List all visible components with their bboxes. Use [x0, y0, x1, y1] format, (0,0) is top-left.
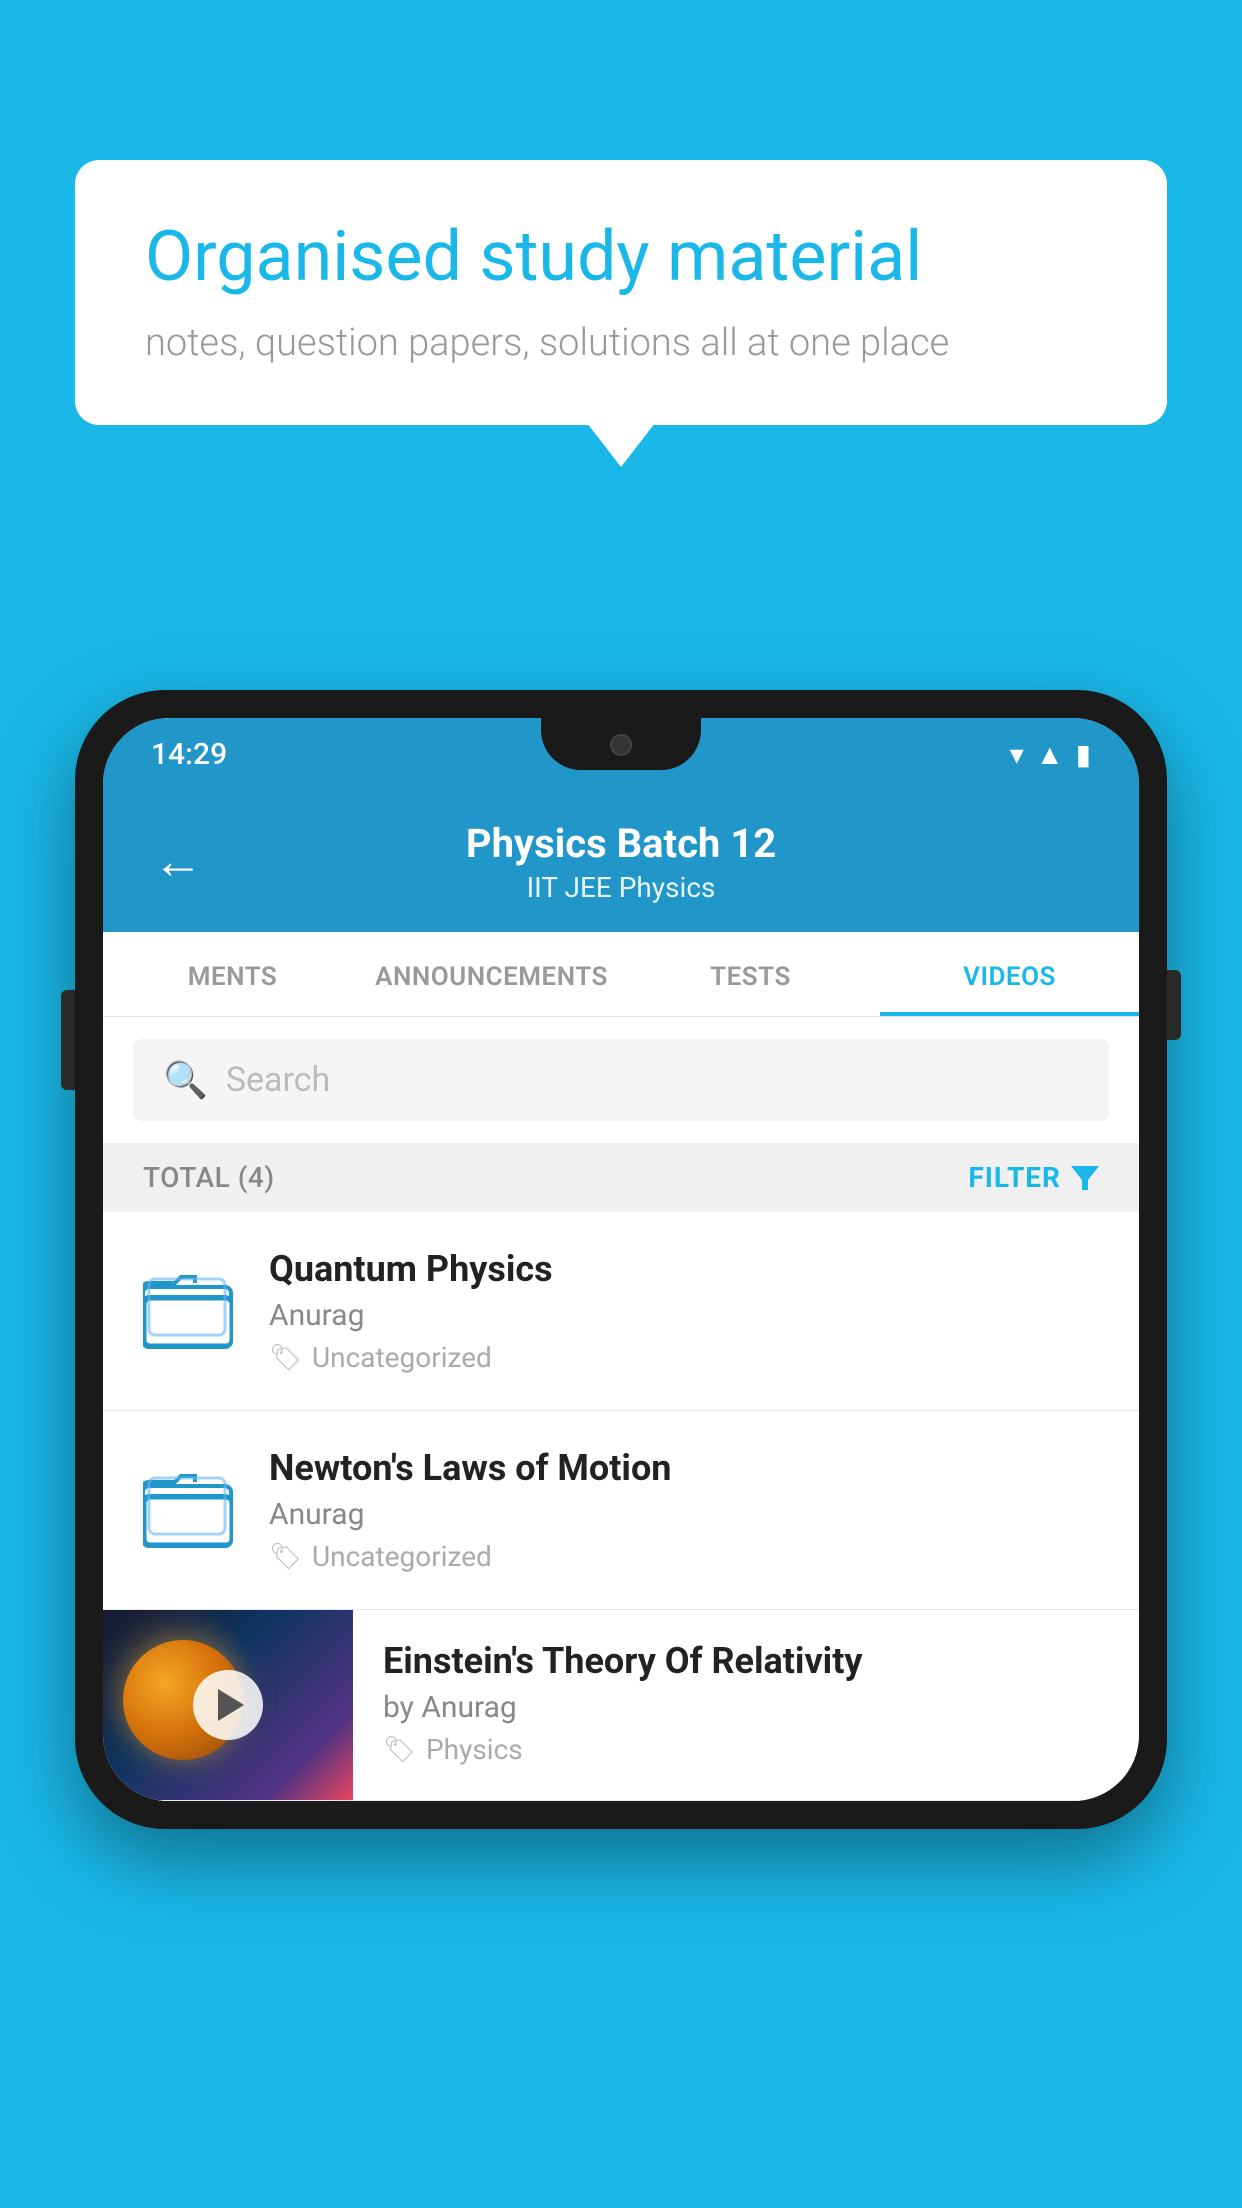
- camera: [610, 734, 632, 756]
- list-item[interactable]: Einstein's Theory Of Relativity by Anura…: [103, 1610, 1139, 1801]
- filter-icon: [1071, 1166, 1099, 1190]
- tab-videos[interactable]: VIDEOS: [880, 932, 1139, 1016]
- phone-frame-wrapper: 14:29 ▾ ▲ ▮ ← Physics Batch 12 IIT JEE P…: [75, 690, 1167, 1829]
- battery-icon: ▮: [1076, 738, 1091, 771]
- filter-label: FILTER: [968, 1161, 1061, 1194]
- video-info: Einstein's Theory Of Relativity by Anura…: [353, 1610, 1139, 1796]
- video-title: Newton's Laws of Motion: [269, 1447, 1099, 1489]
- folder-svg: [143, 1269, 233, 1349]
- speech-bubble-wrapper: Organised study material notes, question…: [75, 160, 1167, 425]
- signal-icon: ▲: [1036, 738, 1064, 771]
- status-icons: ▾ ▲ ▮: [1010, 738, 1091, 771]
- play-triangle-icon: [218, 1689, 244, 1721]
- tabs-bar: MENTS ANNOUNCEMENTS TESTS VIDEOS: [103, 932, 1139, 1017]
- back-button[interactable]: ←: [153, 837, 203, 887]
- search-container: 🔍 Search: [103, 1017, 1139, 1143]
- speech-bubble: Organised study material notes, question…: [75, 160, 1167, 425]
- list-item[interactable]: Quantum Physics Anurag 🏷 Uncategorized: [103, 1212, 1139, 1411]
- video-tag: 🏷 Physics: [383, 1733, 1109, 1766]
- video-info: Newton's Laws of Motion Anurag 🏷 Uncateg…: [269, 1447, 1099, 1573]
- status-time: 14:29: [151, 737, 227, 772]
- tag-label: Uncategorized: [312, 1341, 492, 1374]
- filter-bar: TOTAL (4) FILTER: [103, 1143, 1139, 1212]
- phone-frame: 14:29 ▾ ▲ ▮ ← Physics Batch 12 IIT JEE P…: [75, 690, 1167, 1829]
- search-icon: 🔍: [163, 1059, 208, 1101]
- tab-tests[interactable]: TESTS: [621, 932, 880, 1016]
- video-thumbnail: [103, 1610, 353, 1800]
- video-author: Anurag: [269, 1298, 1099, 1333]
- video-list: Quantum Physics Anurag 🏷 Uncategorized: [103, 1212, 1139, 1801]
- header-titles: Physics Batch 12 IIT JEE Physics: [233, 820, 1009, 904]
- folder-svg: [143, 1468, 233, 1548]
- video-author: by Anurag: [383, 1690, 1109, 1725]
- tag-icon: 🏷: [269, 1542, 302, 1572]
- tab-announcements[interactable]: ANNOUNCEMENTS: [362, 932, 621, 1016]
- filter-button[interactable]: FILTER: [968, 1161, 1099, 1194]
- header-main-title: Physics Batch 12: [233, 820, 1009, 867]
- video-tag: 🏷 Uncategorized: [269, 1540, 1099, 1573]
- wifi-icon: ▾: [1010, 738, 1024, 771]
- list-item[interactable]: Newton's Laws of Motion Anurag 🏷 Uncateg…: [103, 1411, 1139, 1610]
- status-bar: 14:29 ▾ ▲ ▮: [103, 718, 1139, 790]
- search-input[interactable]: Search: [226, 1060, 330, 1100]
- tag-icon: 🏷: [269, 1343, 302, 1373]
- video-title: Einstein's Theory Of Relativity: [383, 1640, 1109, 1682]
- tag-label: Uncategorized: [312, 1540, 492, 1573]
- tag-icon: 🏷: [383, 1735, 416, 1765]
- tab-ments[interactable]: MENTS: [103, 932, 362, 1016]
- header-sub-titles: IIT JEE Physics: [233, 871, 1009, 904]
- tag-label: Physics: [426, 1733, 523, 1766]
- phone-screen: 14:29 ▾ ▲ ▮ ← Physics Batch 12 IIT JEE P…: [103, 718, 1139, 1801]
- video-title: Quantum Physics: [269, 1248, 1099, 1290]
- app-header: ← Physics Batch 12 IIT JEE Physics: [103, 790, 1139, 932]
- folder-icon: [143, 1468, 233, 1552]
- bubble-title: Organised study material: [145, 215, 1097, 299]
- video-author: Anurag: [269, 1497, 1099, 1532]
- bubble-subtitle: notes, question papers, solutions all at…: [145, 321, 1097, 365]
- notch: [541, 718, 701, 770]
- video-info: Quantum Physics Anurag 🏷 Uncategorized: [269, 1248, 1099, 1374]
- search-box[interactable]: 🔍 Search: [133, 1039, 1109, 1121]
- video-tag: 🏷 Uncategorized: [269, 1341, 1099, 1374]
- total-count: TOTAL (4): [143, 1161, 275, 1194]
- play-button[interactable]: [193, 1670, 263, 1740]
- folder-icon: [143, 1269, 233, 1353]
